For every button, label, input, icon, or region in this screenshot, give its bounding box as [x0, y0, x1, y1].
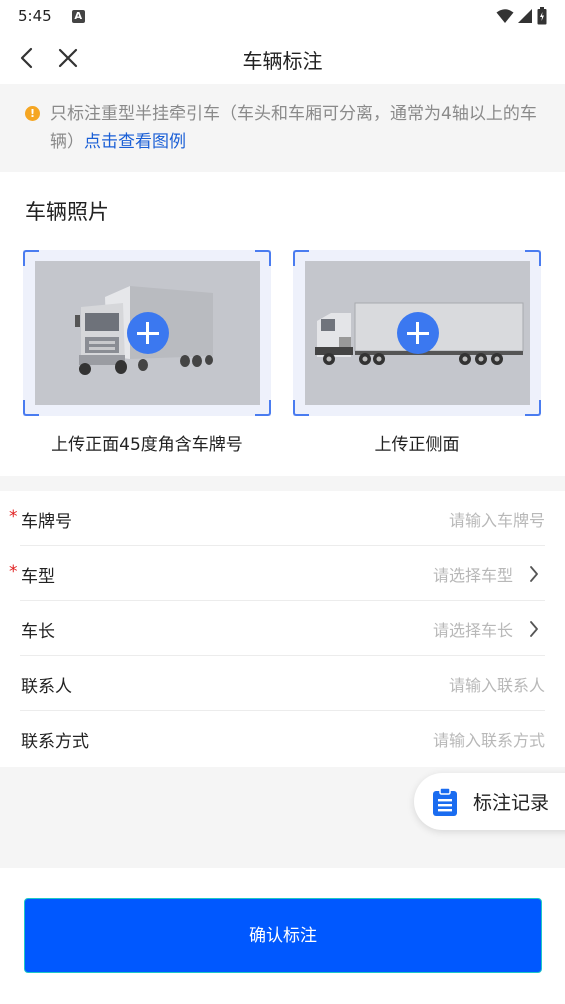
section-title: 车辆照片 — [25, 200, 109, 224]
contact-method-input[interactable]: 请输入联系方式 — [433, 727, 545, 751]
required-mark: * — [9, 562, 18, 582]
contact-method-field[interactable]: 联系方式 请输入联系方式 — [20, 711, 545, 766]
vehicle-type-field[interactable]: * 车型 请选择车型 — [9, 546, 545, 601]
plate-number-input[interactable]: 请输入车牌号 — [449, 507, 545, 531]
status-icons — [496, 7, 547, 25]
plate-number-field[interactable]: * 车牌号 请输入车牌号 — [9, 491, 545, 546]
battery-icon — [537, 7, 547, 25]
warning-icon: ! — [25, 106, 40, 121]
field-label: 联系人 — [21, 677, 72, 697]
chevron-right-icon — [530, 566, 538, 582]
add-photo-icon — [126, 312, 169, 354]
chevron-right-icon — [530, 621, 538, 637]
contact-person-field[interactable]: 联系人 请输入联系人 — [20, 656, 545, 711]
clipboard-icon — [433, 788, 457, 816]
front-photo-label: 上传正面45度角含车牌号 — [51, 435, 243, 455]
field-label: 车长 — [21, 622, 55, 642]
side-photo-label: 上传正侧面 — [374, 435, 460, 455]
notice-banner: ! 只标注重型半挂牵引车（车头和车厢可分离，通常为4轴以上的车辆）点击查看图例 — [0, 84, 565, 170]
add-photo-icon — [396, 312, 439, 354]
wifi-icon — [496, 9, 514, 23]
field-label: 车型 — [21, 567, 55, 587]
page-title: 车辆标注 — [242, 49, 323, 73]
bottom-bar: 确认标注 — [0, 868, 565, 1004]
field-label: 联系方式 — [21, 732, 89, 752]
upload-side-photo[interactable] — [293, 250, 541, 416]
front-truck-sample-image — [35, 261, 260, 405]
view-example-link[interactable]: 点击查看图例 — [84, 132, 186, 152]
cellular-icon — [518, 9, 532, 23]
confirm-annotation-button[interactable]: 确认标注 — [24, 898, 542, 973]
field-label: 车牌号 — [21, 512, 72, 532]
annotation-records-button[interactable]: 标注记录 — [414, 773, 565, 830]
status-time: 5:45 — [18, 7, 52, 25]
header: 车辆标注 — [0, 32, 565, 84]
notice-text: 只标注重型半挂牵引车（车头和车厢可分离，通常为4轴以上的车辆）点击查看图例 — [50, 100, 545, 156]
vehicle-length-select[interactable]: 请选择车长 — [433, 617, 513, 641]
required-mark: * — [9, 507, 18, 527]
vehicle-form: * 车牌号 请输入车牌号 * 车型 请选择车型 车长 请选择车长 联系人 请输入… — [0, 491, 565, 767]
status-bar: 5:45 A — [0, 0, 565, 32]
notification-icon: A — [71, 9, 85, 23]
contact-person-input[interactable]: 请输入联系人 — [449, 672, 545, 696]
upload-front-photo[interactable] — [23, 250, 271, 416]
vehicle-type-select[interactable]: 请选择车型 — [433, 562, 513, 586]
annotation-records-label: 标注记录 — [473, 792, 550, 814]
vehicle-photos-section: 车辆照片 上传正面45度角含车牌号 上传正侧面 — [0, 172, 565, 476]
vehicle-length-field[interactable]: 车长 请选择车长 — [20, 601, 545, 656]
side-truck-sample-image — [305, 261, 530, 405]
